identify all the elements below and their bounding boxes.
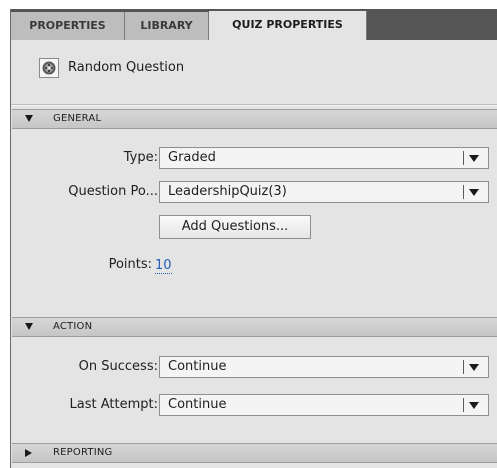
section-header-reporting[interactable]: REPORTING [12,443,497,463]
page-title: Random Question [68,60,185,75]
random-question-icon [39,58,59,78]
points-value[interactable]: 10 [155,259,172,274]
on-success-value: Continue [168,359,227,374]
chevron-down-icon [469,402,479,409]
quiz-properties-panel: PROPERTIES LIBRARY QUIZ PROPERTIES Rando… [10,9,497,468]
chevron-down-icon [469,155,479,162]
panel-header: Random Question [11,40,497,105]
section-body-action: On Success: Continue Last Attempt: Conti… [12,337,497,439]
chevron-down-icon [469,189,479,196]
on-success-dropdown[interactable]: Continue [159,356,489,378]
chevron-down-icon [25,115,33,122]
type-label: Type: [123,150,158,165]
chevron-right-icon [25,449,32,457]
section-body-general: Type: Graded Question Po... LeadershipQu… [12,129,497,312]
tab-quiz-properties[interactable]: QUIZ PROPERTIES [209,11,367,40]
section-header-general[interactable]: GENERAL [12,109,497,129]
question-pool-dropdown[interactable]: LeadershipQuiz(3) [159,181,489,203]
dropdown-separator [463,151,464,165]
section-label-general: GENERAL [53,113,102,124]
chevron-down-icon [469,364,479,371]
dropdown-separator [463,185,464,199]
question-pool-label: Question Po... [68,184,158,199]
tab-strip: PROPERTIES LIBRARY QUIZ PROPERTIES [11,9,497,40]
add-questions-button[interactable]: Add Questions... [159,215,311,239]
section-header-action[interactable]: ACTION [12,317,497,337]
last-attempt-label: Last Attempt: [69,397,158,412]
header-divider [11,105,497,106]
tab-library[interactable]: LIBRARY [125,12,209,40]
type-dropdown[interactable]: Graded [159,147,489,169]
last-attempt-value: Continue [168,397,227,412]
section-label-action: ACTION [53,321,93,332]
dropdown-separator [463,360,464,374]
tab-properties[interactable]: PROPERTIES [11,12,125,40]
type-value: Graded [168,150,216,165]
points-label: Points: [108,257,152,272]
question-pool-value: LeadershipQuiz(3) [168,184,287,199]
dropdown-separator [463,398,464,412]
last-attempt-dropdown[interactable]: Continue [159,394,489,416]
on-success-label: On Success: [78,359,158,374]
chevron-down-icon [25,323,33,330]
section-label-reporting: REPORTING [53,447,113,458]
